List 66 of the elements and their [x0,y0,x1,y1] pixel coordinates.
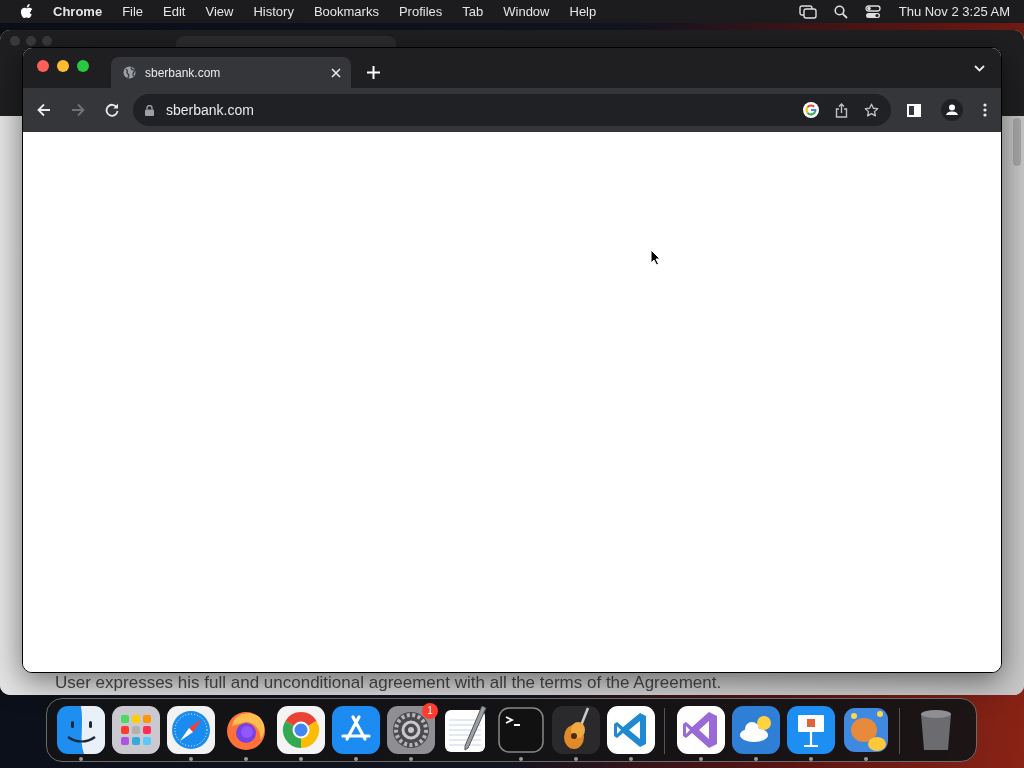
back-icon[interactable] [37,103,51,117]
running-indicator [188,757,193,761]
lock-icon [145,104,154,116]
globe-icon [123,66,136,79]
new-tab-icon[interactable] [367,66,380,79]
running-indicator [518,757,523,761]
chrome-icon[interactable] [276,706,325,754]
tab-search-icon[interactable] [974,64,985,72]
running-indicator [243,757,248,761]
tab-title: sberbank.com [145,65,222,80]
screen-mirroring-icon[interactable] [798,4,817,19]
menu-item[interactable]: Bookmarks [313,4,379,19]
url-text: sberbank.com [166,102,254,118]
running-indicator [863,757,868,761]
podium-icon[interactable] [786,706,835,754]
zoom-window-button[interactable] [77,60,89,72]
control-center-icon[interactable] [864,4,881,19]
cursor-icon [650,249,661,266]
menu-item[interactable]: Edit [163,4,186,19]
visual-studio-icon[interactable] [676,706,725,754]
close-tab-icon[interactable] [331,67,341,78]
scrollbar[interactable] [1013,118,1021,166]
menu-item[interactable]: History [253,4,294,19]
profile-icon[interactable] [941,99,963,121]
app-menu[interactable]: Chrome [53,4,103,19]
minimize-window-button[interactable] [57,60,69,72]
dock-item[interactable]: 1 [383,706,438,762]
guitar-icon[interactable] [551,706,600,754]
running-indicator [698,757,703,761]
menu-icon[interactable] [983,103,987,117]
clock[interactable]: Thu Nov 2 3:25 AM [898,4,1010,19]
terminal-icon[interactable] [496,706,545,754]
finder-icon[interactable] [56,706,105,754]
reload-icon[interactable] [105,103,119,117]
notification-badge: 1 [422,703,438,719]
weather-icon[interactable] [731,706,780,754]
apple-icon[interactable] [20,4,33,19]
running-indicator [808,757,813,761]
search-icon[interactable] [833,4,848,19]
address-bar[interactable]: sberbank.com [133,94,891,126]
close-window-button[interactable] [37,60,49,72]
running-indicator [628,757,633,761]
running-indicator [408,757,413,761]
browser-tab[interactable]: sberbank.com [111,57,351,88]
running-indicator [353,757,358,761]
menu-item[interactable]: Help [569,4,597,19]
creature-icon[interactable] [841,706,890,754]
menu-item[interactable]: View [205,4,234,19]
app-store-icon[interactable] [331,706,380,754]
running-indicator [573,757,578,761]
menu-item[interactable]: Tab [462,4,484,19]
agreement-text: User expresses his full and unconditional agreement with all the terms of the Agreement. [55,673,722,693]
gear-icon[interactable] [386,706,435,754]
running-indicator [78,757,83,761]
menu-item[interactable]: Profiles [398,4,443,19]
compass-icon[interactable] [166,706,215,754]
vscode-icon[interactable] [606,706,655,754]
menu-item[interactable]: Window [503,4,550,19]
google-icon[interactable] [803,102,819,118]
menu-item[interactable]: File [122,4,144,19]
running-indicator [753,757,758,761]
launchpad-icon[interactable] [111,706,160,754]
bookmark-star-icon[interactable] [864,102,879,118]
side-panel-icon[interactable] [907,103,921,117]
share-icon[interactable] [835,102,848,118]
running-indicator [298,757,303,761]
